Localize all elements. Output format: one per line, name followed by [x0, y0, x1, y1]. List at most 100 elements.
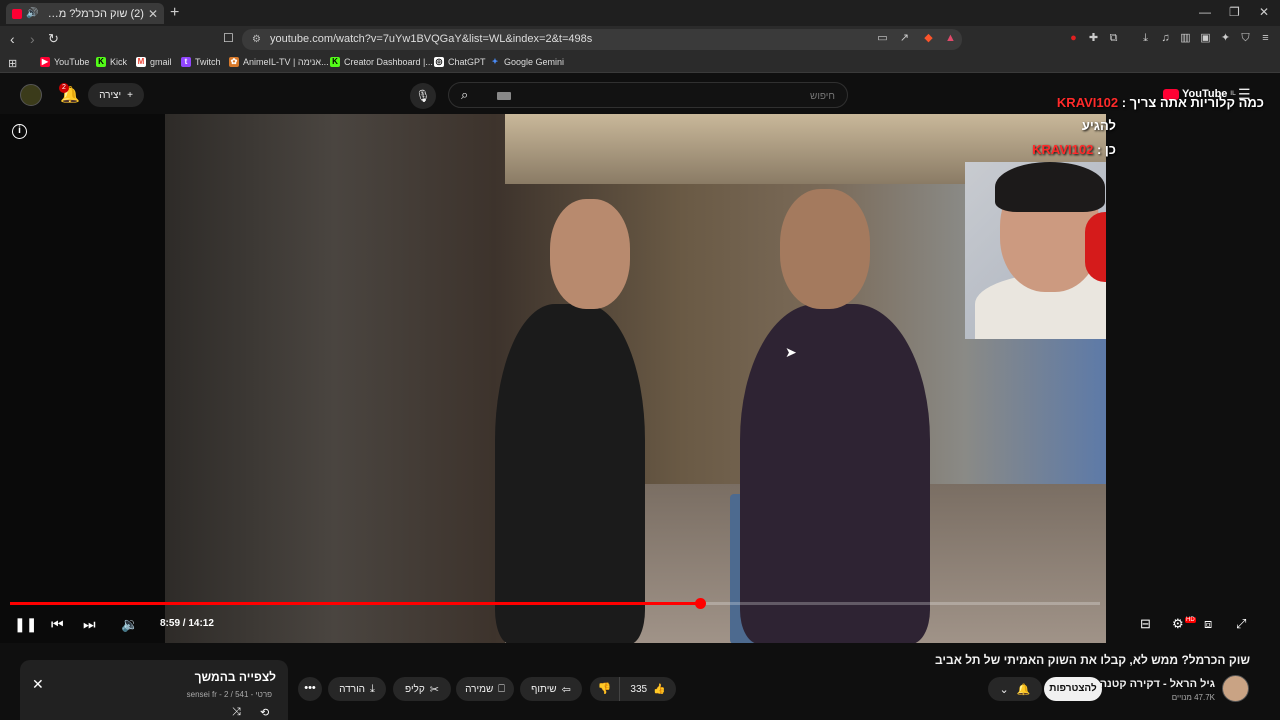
close-playlist-icon[interactable]: ✕	[32, 676, 44, 693]
like-button[interactable]: 335 👍	[620, 677, 676, 701]
man-left-body	[495, 304, 645, 643]
twitch-icon: t	[181, 57, 191, 67]
share-button[interactable]: ⇦ שיתוף	[520, 677, 582, 701]
account-avatar[interactable]	[20, 84, 42, 106]
menu-icon[interactable]: ≡	[1259, 32, 1272, 45]
man-right-head	[780, 189, 870, 309]
kick-icon: K	[96, 57, 106, 67]
youtube-icon: ▶	[40, 57, 50, 67]
chatgpt-icon: ◎	[434, 57, 444, 67]
sidebar-icon[interactable]: ▥	[1179, 32, 1192, 45]
notification-badge: 2	[59, 83, 69, 93]
reload-icon[interactable]: ↻	[48, 31, 59, 47]
info-icon[interactable]: i	[12, 124, 27, 139]
subscription-notifications-button[interactable]: ⌄ 🔔	[988, 677, 1042, 701]
tab-title: (2) שוק הכרמל? ממש לא, קבלו	[42, 7, 144, 20]
extension-record-icon[interactable]: ●	[1067, 32, 1080, 45]
back-icon[interactable]: ‹	[10, 31, 15, 47]
gemini-icon: ✦	[491, 57, 499, 66]
more-actions-icon[interactable]: •••	[298, 677, 322, 701]
wallet-icon[interactable]: ▣	[1199, 32, 1212, 45]
brave-rewards-icon[interactable]: ▲	[944, 32, 957, 45]
streamer-webcam	[965, 162, 1106, 339]
dislike-button[interactable]: 👎	[590, 677, 620, 701]
chat-username: KRAVI102	[1056, 95, 1119, 110]
bookmark-creator-dashboard[interactable]: K Creator Dashboard |...	[330, 57, 433, 67]
webcam-hair	[995, 162, 1105, 212]
video-title: שוק הכרמל? ממש לא, קבלו את השוק האמיתי ש…	[934, 653, 1250, 667]
vpn-icon[interactable]: ⛉	[1239, 32, 1252, 45]
chat-message: כן :	[1096, 142, 1116, 157]
volume-icon[interactable]: 🔉	[121, 616, 138, 633]
next-icon[interactable]: ⏭	[83, 616, 96, 633]
progress-fill	[10, 602, 700, 605]
download-icon[interactable]: ⤓	[1139, 32, 1152, 45]
video-player[interactable]	[0, 114, 1106, 643]
keyboard-icon[interactable]	[497, 92, 511, 100]
youtube-favicon-icon	[12, 8, 22, 19]
restore-icon[interactable]: ❐	[1229, 5, 1240, 19]
leo-ai-icon[interactable]: ✦	[1219, 32, 1232, 45]
brave-shield-icon[interactable]: ◆	[922, 32, 935, 45]
scissors-icon: ✂	[429, 683, 439, 696]
close-tab-icon[interactable]: ✕	[148, 7, 158, 21]
animeil-icon: ✿	[229, 57, 239, 67]
shuffle-icon[interactable]: ⤨	[232, 706, 241, 719]
download-button[interactable]: ⤓ הורדה	[328, 677, 386, 701]
settings-gear-icon[interactable]: ⚙	[1172, 616, 1184, 632]
pause-icon[interactable]: ❚❚	[14, 616, 37, 633]
hd-badge: HD	[1185, 617, 1196, 623]
mouse-cursor-icon: ➤	[785, 344, 797, 360]
bookmark-gmail[interactable]: Mgmail	[136, 57, 172, 67]
bookmark-gemini[interactable]: ✦ Google Gemini	[490, 57, 564, 67]
channel-avatar[interactable]	[1222, 675, 1249, 702]
search-box[interactable]: ⌕	[448, 82, 848, 108]
loop-icon[interactable]: ⟲	[260, 706, 269, 719]
playlist-subtitle: פרטי - sensei fr - 2 / 541	[186, 690, 272, 699]
bookmark-page-icon[interactable]: ☐	[223, 31, 234, 45]
site-info-icon[interactable]: ⚙	[252, 29, 261, 50]
stream-chat-overlay: כמה קלוריות אתה צריך : KRAVI102	[1057, 90, 1264, 116]
browser-tab[interactable]: 🔊 (2) שוק הכרמל? ממש לא, קבלו ✕	[6, 3, 164, 24]
address-text: youtube.com/watch?v=7uYw1BVQGaY&list=WL&…	[270, 33, 593, 45]
miniplayer-icon[interactable]: ⧈	[1204, 616, 1212, 632]
extension-icon[interactable]: ⧉	[1107, 32, 1120, 45]
share-page-icon[interactable]: ↗	[898, 32, 911, 45]
apps-grid-icon[interactable]: ⊞	[8, 57, 17, 70]
download-icon: ⤓	[370, 682, 375, 695]
save-bookmark-icon: ⎕	[498, 682, 505, 695]
new-tab-icon[interactable]: +	[170, 4, 179, 22]
man-left-head	[550, 199, 630, 309]
previous-icon[interactable]: ⏮	[51, 616, 64, 633]
create-button[interactable]: יצירה +	[88, 83, 144, 107]
channel-name[interactable]: גיל הראל - דקירה קטנה	[1100, 678, 1215, 690]
extensions-puzzle-icon[interactable]: ✚	[1087, 32, 1100, 45]
minimize-icon[interactable]: —	[1199, 5, 1211, 19]
address-bar[interactable]: ⚙ youtube.com/watch?v=7uYw1BVQGaY&list=W…	[242, 29, 962, 50]
search-icon[interactable]: ⌕	[461, 87, 468, 103]
bookmark-kick[interactable]: K Kick	[96, 57, 127, 67]
subtitles-icon[interactable]: ⊟	[1140, 616, 1151, 632]
share-icon: ⇦	[561, 683, 571, 696]
fullscreen-icon[interactable]: ⤢	[1236, 616, 1246, 632]
media-icon[interactable]: ♫	[1159, 32, 1172, 45]
bookmark-youtube[interactable]: ▶ YouTube	[40, 57, 89, 67]
close-window-icon[interactable]: ✕	[1259, 5, 1269, 19]
speaker-icon[interactable]: 🔊	[26, 8, 38, 19]
join-button[interactable]: להצטרפות	[1044, 677, 1102, 701]
progress-bar[interactable]	[10, 598, 1100, 609]
cast-icon[interactable]: ▭	[876, 32, 889, 45]
playlist-title[interactable]: לצפייה בהמשך	[195, 670, 276, 684]
forward-icon[interactable]: ›	[30, 31, 35, 47]
man-right-body	[740, 304, 930, 643]
scrubber-handle[interactable]	[694, 598, 706, 609]
clip-button[interactable]: ✂ קליפ	[393, 677, 451, 701]
search-input[interactable]	[535, 87, 835, 105]
gmail-icon: M	[136, 57, 146, 67]
bookmark-chatgpt[interactable]: ◎ ChatGPT	[434, 57, 486, 67]
bookmark-twitch[interactable]: t Twitch	[181, 57, 221, 67]
voice-search-icon[interactable]: 🎙	[410, 83, 436, 109]
bookmark-animeil[interactable]: ✿ AnimeIL-TV | אנימה...	[229, 57, 329, 67]
save-button[interactable]: ⎕ שמירה	[456, 677, 514, 701]
kick-icon: K	[330, 57, 340, 67]
